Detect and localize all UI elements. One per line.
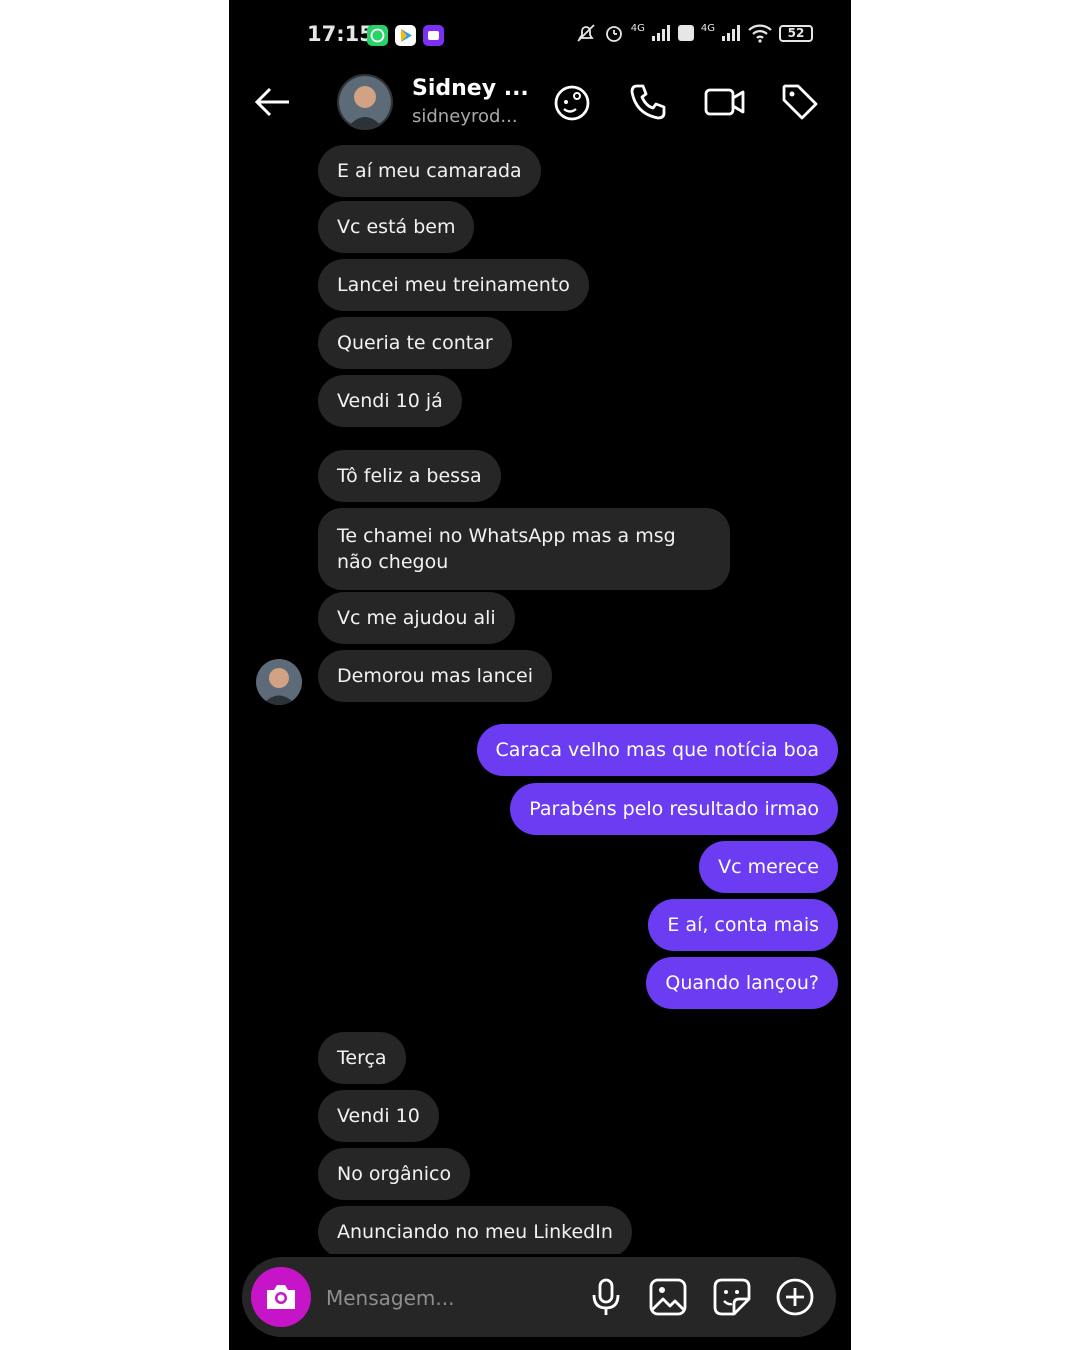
- message-outgoing[interactable]: Quando lançou?: [646, 957, 838, 1009]
- message-incoming[interactable]: Vendi 10 já: [318, 375, 462, 427]
- mute-bell-icon: [577, 24, 595, 42]
- app-notification-icon: [423, 25, 444, 46]
- message-outgoing[interactable]: Parabéns pelo resultado irmao: [510, 783, 838, 835]
- signal-icon: [651, 25, 670, 41]
- message-incoming[interactable]: Demorou mas lancei: [318, 650, 553, 702]
- sticker-icon[interactable]: [712, 1277, 752, 1321]
- message-incoming[interactable]: Queria te contar: [318, 317, 512, 369]
- message-incoming[interactable]: Vendi 10: [318, 1090, 439, 1142]
- network-type-1: 4G: [630, 22, 645, 34]
- contact-handle[interactable]: sidneyrod...: [412, 106, 518, 127]
- network-type-2: 4G: [700, 22, 715, 34]
- message-incoming[interactable]: Anunciando no meu LinkedIn: [318, 1206, 632, 1254]
- message-outgoing[interactable]: Caraca velho mas que notícia boa: [476, 724, 838, 776]
- sender-avatar[interactable]: [256, 659, 302, 705]
- battery-indicator: 52: [779, 24, 813, 42]
- message-composer: [242, 1257, 836, 1337]
- status-icons: 4G 4G 52: [575, 22, 813, 44]
- message-outgoing[interactable]: Vc merece: [699, 841, 838, 893]
- contact-avatar[interactable]: [337, 74, 393, 130]
- microphone-icon[interactable]: [589, 1277, 623, 1321]
- back-arrow-icon[interactable]: [253, 84, 293, 124]
- whatsapp-icon: [367, 25, 388, 46]
- message-input[interactable]: [324, 1281, 568, 1315]
- message-incoming[interactable]: E aí meu camarada: [318, 145, 541, 197]
- message-incoming[interactable]: Vc está bem: [318, 201, 475, 253]
- alarm-icon: [605, 26, 622, 42]
- message-incoming[interactable]: Lancei meu treinamento: [318, 259, 589, 311]
- message-incoming[interactable]: No orgânico: [318, 1148, 471, 1200]
- message-incoming[interactable]: Tô feliz a bessa: [318, 450, 501, 502]
- message-incoming[interactable]: Vc me ajudou ali: [318, 592, 515, 644]
- plus-icon[interactable]: [775, 1277, 815, 1321]
- camera-icon: [267, 1285, 295, 1309]
- effects-icon[interactable]: [551, 82, 593, 128]
- message-list[interactable]: E aí meu camarada Vc está bem Lancei meu…: [229, 142, 851, 1254]
- tag-icon[interactable]: [780, 82, 820, 126]
- message-incoming[interactable]: Te chamei no WhatsApp mas a msg não cheg…: [318, 508, 730, 590]
- video-icon[interactable]: [704, 82, 746, 126]
- contact-name[interactable]: Sidney ...: [412, 76, 529, 101]
- gallery-icon[interactable]: [648, 1277, 688, 1321]
- phone-screen: 17:15 4G 4G 52 Sidney ... sidneyrod... E…: [229, 0, 851, 1350]
- camera-button[interactable]: [251, 1267, 311, 1327]
- chat-header: Sidney ... sidneyrod...: [229, 70, 851, 136]
- phone-icon[interactable]: [628, 82, 668, 126]
- message-incoming[interactable]: Terça: [318, 1032, 406, 1084]
- status-time: 17:15: [307, 22, 374, 46]
- message-outgoing[interactable]: E aí, conta mais: [648, 899, 838, 951]
- play-store-icon: [395, 25, 416, 46]
- signal-icon-2: [722, 25, 740, 41]
- wifi-icon: [748, 24, 772, 43]
- volte-icon: [677, 25, 694, 41]
- status-bar: 17:15 4G 4G 52: [229, 0, 851, 70]
